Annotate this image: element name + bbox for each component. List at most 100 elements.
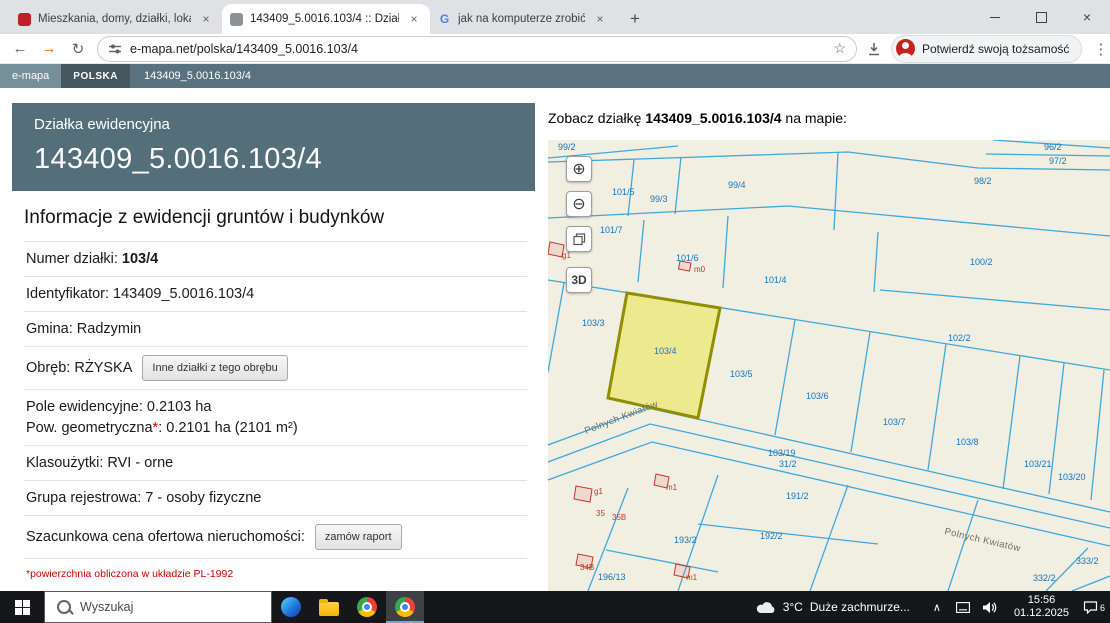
edge-app-button[interactable] (272, 591, 310, 623)
forward-icon[interactable]: → (39, 40, 59, 57)
street-name-label: Polnych Kwiatów (943, 526, 1021, 554)
row-label: Obręb: (26, 360, 70, 376)
order-report-button[interactable]: zamów raport (315, 524, 402, 550)
site-tab-emapa[interactable]: e-mapa (0, 64, 61, 88)
cloud-icon (756, 600, 776, 614)
panel-header-label: Działka ewidencyjna (34, 116, 513, 133)
clock-time: 15:56 (1014, 594, 1069, 607)
taskbar-search[interactable]: Wyszukaj (44, 591, 272, 623)
tab-close-icon[interactable]: × (198, 11, 214, 27)
identity-confirmation-chip[interactable]: Potwierdź swoją tożsamość (891, 35, 1082, 63)
pinned-apps (272, 591, 424, 623)
parcel-label-192/2: 192/2 (760, 531, 783, 541)
address-bar[interactable]: e-mapa.net/polska/143409_5.0016.103/4 ☆ (97, 36, 857, 62)
parcel-label-103/4: 103/4 (654, 346, 677, 356)
zoom-out-button[interactable]: ⊖ (566, 191, 592, 217)
parcel-label-102/2: 102/2 (948, 333, 971, 343)
row-parcel-number: Numer działki: 103/4 (24, 242, 527, 277)
row-identifier: Identyfikator: 143409_5.0016.103/4 (24, 277, 527, 312)
download-icon[interactable] (866, 41, 882, 57)
weather-temp: 3°C (783, 600, 803, 614)
row-land-use: Klasoużytki: RVI - orne (24, 446, 527, 481)
row-value: RVI - orne (107, 455, 173, 471)
tab-close-icon[interactable]: × (406, 11, 422, 27)
parcel-label-31/2: 31/2 (779, 459, 797, 469)
edge-icon (281, 597, 301, 617)
site-tab-parcel-id[interactable]: 143409_5.0016.103/4 (130, 64, 263, 88)
row-label: Szacunkowa cena ofertowa nieruchomości: (26, 529, 305, 545)
chrome-active-window-button[interactable] (386, 591, 424, 623)
file-explorer-button[interactable] (310, 591, 348, 623)
parcel-label-332/2: 332/2 (1033, 573, 1056, 583)
layers-icon (573, 233, 586, 246)
start-button[interactable] (0, 591, 44, 623)
browser-menu-icon[interactable]: ⋮ (1093, 40, 1108, 58)
taskbar-clock[interactable]: 15:56 01.12.2025 (1014, 594, 1069, 620)
bookmark-star-icon[interactable]: ☆ (833, 40, 846, 57)
building-label: 35B (612, 513, 626, 522)
row-label: Gmina: (26, 321, 73, 337)
tab-close-icon[interactable]: × (592, 11, 608, 27)
maximize-button[interactable] (1018, 0, 1064, 34)
tab-title: 143409_5.0016.103/4 :: Działka (250, 13, 399, 25)
map-caption: Zobacz działkę 143409_5.0016.103/4 na ma… (548, 110, 847, 126)
zoom-in-button[interactable]: ⊕ (566, 156, 592, 182)
parcel-label-103/8: 103/8 (956, 437, 979, 447)
browser-tab-google[interactable]: G jak na komputerze zrobić zrzut × (430, 4, 616, 34)
row-value: 103/4 (122, 251, 158, 267)
layers-button[interactable] (566, 226, 592, 252)
parcel-label-99/4: 99/4 (728, 180, 746, 190)
parcel-label-101/4: 101/4 (764, 275, 787, 285)
tab-title: Mieszkania, domy, działki, lokal (38, 13, 191, 25)
refresh-icon[interactable]: ↻ (68, 40, 88, 58)
parcel-label-101/7: 101/7 (600, 225, 623, 235)
parcel-label-193/2: 193/2 (674, 535, 697, 545)
parcel-label-196/13: 196/13 (598, 572, 626, 582)
map-viewport[interactable]: 99/296/297/298/299/4101/599/3101/7101/61… (548, 140, 1110, 591)
row-value: 143409_5.0016.103/4 (113, 286, 254, 302)
parcel-label-103/3: 103/3 (582, 318, 605, 328)
building-label: m1 (666, 483, 678, 492)
minimize-button[interactable] (972, 0, 1018, 34)
browser-tab-mieszkania[interactable]: Mieszkania, domy, działki, lokal × (10, 4, 222, 34)
browser-tab-emapa[interactable]: 143409_5.0016.103/4 :: Działka × (222, 4, 430, 34)
back-icon[interactable]: ← (10, 40, 30, 57)
chrome-icon (357, 597, 377, 617)
close-window-button[interactable]: × (1064, 0, 1110, 34)
row-value: 0.2103 ha (147, 399, 212, 415)
browser-tab-strip: Mieszkania, domy, działki, lokal × 14340… (0, 0, 1110, 34)
windows-logo-icon (15, 600, 30, 615)
site-settings-icon[interactable] (108, 42, 122, 56)
building-label: m0 (694, 265, 706, 274)
cadastral-map[interactable]: 99/296/297/298/299/4101/599/3101/7101/61… (548, 140, 1110, 591)
map-3d-button[interactable]: 3D (566, 267, 592, 293)
hidden-icons-chevron[interactable]: ∧ (933, 601, 941, 614)
volume-icon[interactable] (982, 601, 998, 614)
row-area: Pole ewidencyjne: 0.2103 ha Pow. geometr… (24, 390, 527, 446)
chrome-app-button[interactable] (348, 591, 386, 623)
parcel-label-103/7: 103/7 (883, 417, 906, 427)
other-parcels-button[interactable]: Inne działki z tego obrębu (142, 355, 287, 381)
building-label: g1 (594, 487, 603, 496)
url-text[interactable]: e-mapa.net/polska/143409_5.0016.103/4 (130, 42, 825, 56)
parcel-label-191/2: 191/2 (786, 491, 809, 501)
action-center-button[interactable]: 6 (1083, 600, 1098, 614)
parcel-panel: Działka ewidencyjna 143409_5.0016.103/4 … (12, 103, 535, 591)
row-label: Grupa rejestrowa: (26, 490, 141, 506)
weather-desc: Duże zachmurze... (810, 600, 910, 614)
notification-icon (1083, 600, 1098, 614)
row-value: RŻYSKA (74, 360, 132, 376)
new-tab-button[interactable]: + (622, 6, 648, 32)
weather-widget[interactable]: 3°C Duże zachmurze... (756, 600, 910, 614)
parcel-label-100/2: 100/2 (970, 257, 993, 267)
listing-site-favicon (18, 13, 31, 26)
parcel-label-103/6: 103/6 (806, 391, 829, 401)
emapa-favicon (230, 13, 243, 26)
parcel-label-101/6: 101/6 (676, 253, 699, 263)
parcel-label-103/5: 103/5 (730, 369, 753, 379)
touch-keyboard-icon[interactable] (956, 602, 970, 613)
building-label: m1 (686, 573, 698, 582)
site-tab-polska[interactable]: POLSKA (61, 64, 130, 88)
row-label: Numer działki: (26, 251, 118, 267)
street-name-label: Polnych Kwiatów (583, 399, 660, 437)
